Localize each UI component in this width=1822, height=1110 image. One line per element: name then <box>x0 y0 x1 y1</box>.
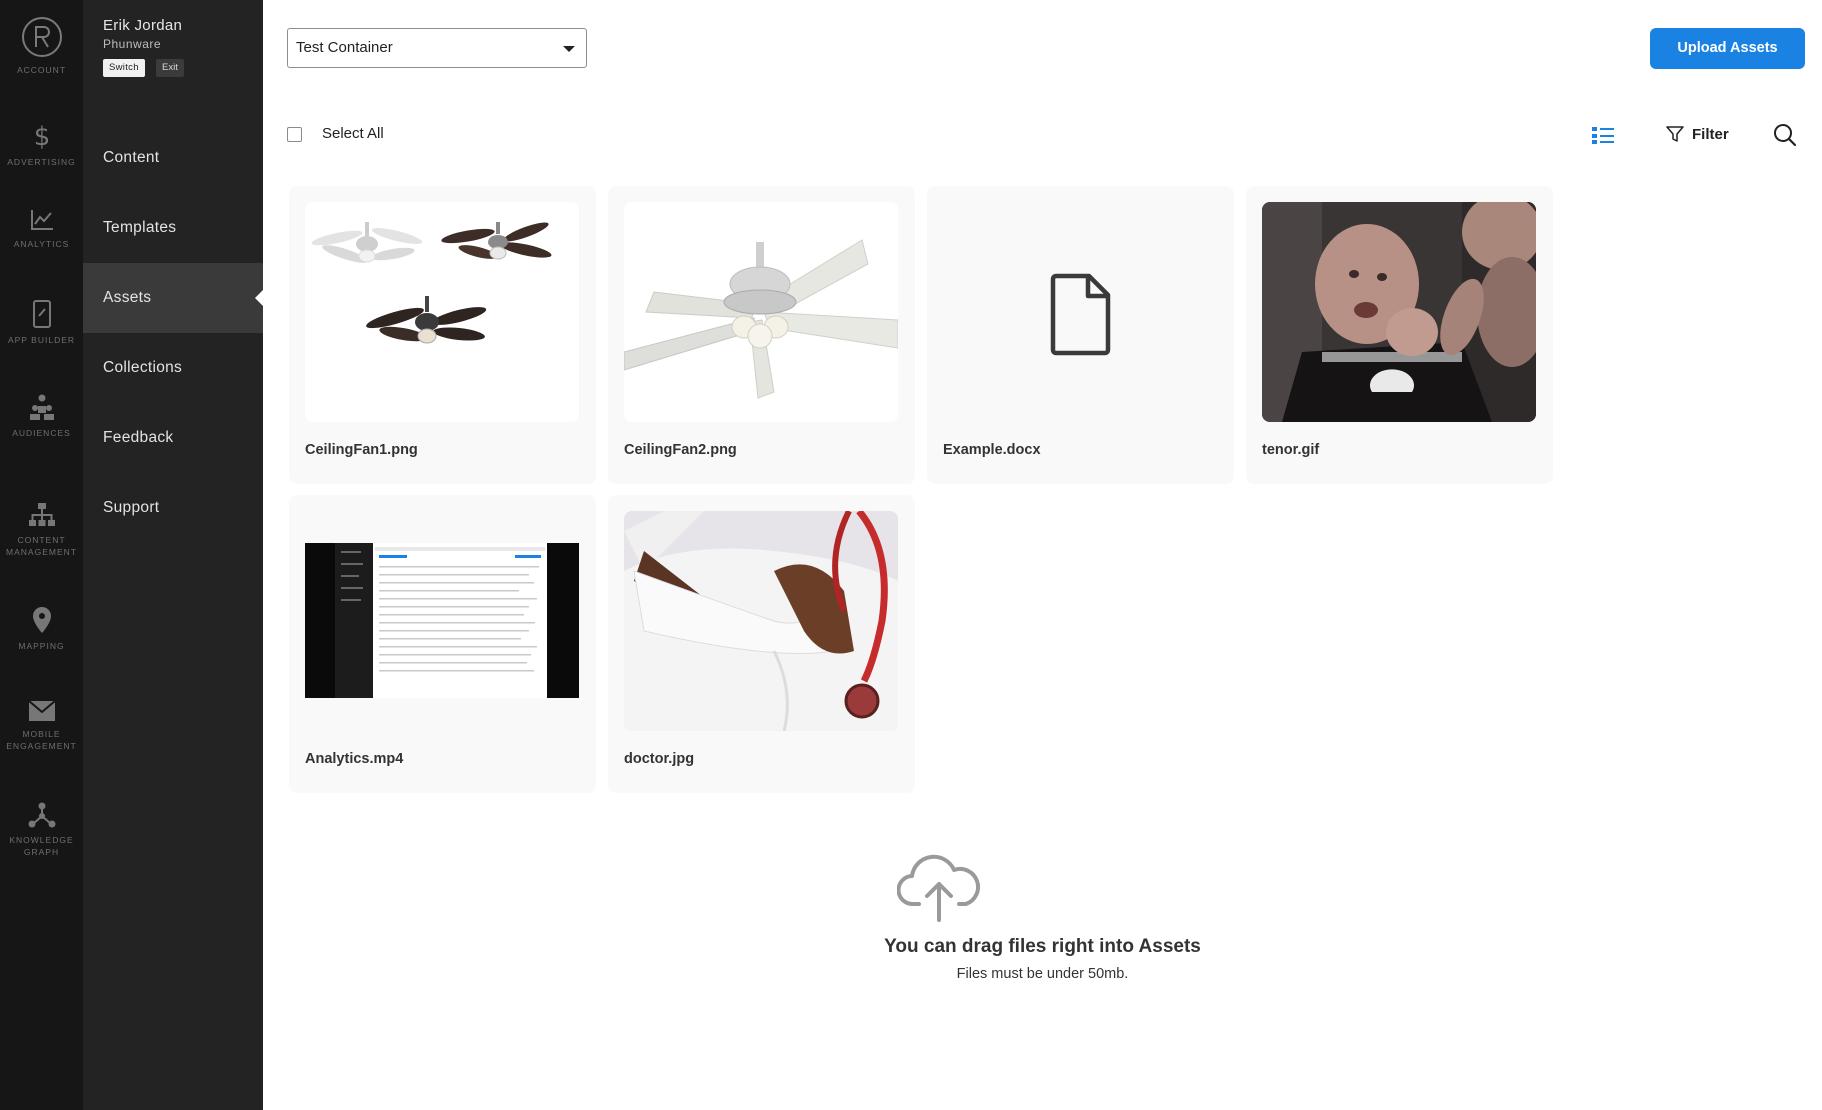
asset-thumbnail-three-fans <box>305 202 579 422</box>
people-icon <box>29 394 54 420</box>
rail-item-mobile-engagement[interactable]: MOBILE ENGAGEMENT <box>0 700 83 752</box>
rail-item-advertising[interactable]: $ ADVERTISING <box>0 120 83 168</box>
container-select[interactable]: Test Container <box>287 28 587 68</box>
asset-name: Example.docx <box>943 442 1041 458</box>
filter-icon <box>1666 126 1684 142</box>
dollar-icon: $ <box>33 122 50 150</box>
asset-name: CeilingFan1.png <box>305 442 418 458</box>
nav-item-content[interactable]: Content <box>83 123 263 193</box>
asset-name: CeilingFan2.png <box>624 442 737 458</box>
nav-item-assets[interactable]: Assets <box>83 263 263 333</box>
main-content: Test Container Upload Assets Select All … <box>263 0 1822 1110</box>
rail-label-audiences: AUDIENCES <box>12 428 71 438</box>
select-all-checkbox[interactable] <box>287 127 302 142</box>
rail-label-mapping: MAPPING <box>18 641 65 651</box>
asset-thumbnail-baby-photo <box>1262 202 1536 422</box>
asset-card[interactable]: Example.docx <box>927 186 1234 484</box>
list-view-icon[interactable] <box>1591 125 1615 150</box>
asset-name: doctor.jpg <box>624 751 695 767</box>
container-select-value: Test Container <box>296 39 393 56</box>
rail-item-knowledge-graph[interactable]: KNOWLEDGE GRAPH <box>0 802 83 858</box>
switch-button[interactable]: Switch <box>103 59 145 77</box>
rail-label-analytics: ANALYTICS <box>13 239 70 249</box>
rail-label-account: ACCOUNT <box>16 65 67 75</box>
asset-card[interactable]: doctor.jpg <box>608 495 915 793</box>
icon-rail: ACCOUNT $ ADVERTISING ANALYTICS APP BUIL… <box>0 0 83 1110</box>
asset-card[interactable]: CeilingFan1.png <box>289 186 596 484</box>
filter-label: Filter <box>1692 125 1729 143</box>
rail-item-mapping[interactable]: MAPPING <box>0 606 83 652</box>
asset-thumbnail-white-fan <box>624 202 898 422</box>
asset-card[interactable]: Analytics.mp4 <box>289 495 596 793</box>
user-name: Erik Jordan <box>103 17 183 34</box>
nav-item-collections[interactable]: Collections <box>83 333 263 403</box>
rail-item-content-management[interactable]: CONTENT MANAGEMENT <box>0 502 83 558</box>
rail-item-app-builder[interactable]: APP BUILDER <box>0 300 83 346</box>
user-org: Phunware <box>103 37 162 51</box>
asset-thumbnail-video <box>305 511 579 731</box>
exit-button[interactable]: Exit <box>156 59 184 77</box>
graph-icon <box>28 802 55 828</box>
filter-button[interactable]: Filter <box>1666 123 1729 145</box>
nav-panel: Erik Jordan Phunware Switch Exit Content… <box>83 0 263 1110</box>
nav-item-support[interactable]: Support <box>83 473 263 543</box>
rail-item-analytics[interactable]: ANALYTICS <box>0 208 83 250</box>
drop-zone[interactable] <box>263 850 1822 922</box>
rail-label-content-management: CONTENT MANAGEMENT <box>6 535 77 557</box>
drop-zone-title: You can drag files right into Assets <box>884 936 1201 957</box>
asset-thumbnail-document <box>943 202 1217 422</box>
rail-label-mobile-engagement: MOBILE ENGAGEMENT <box>6 729 77 751</box>
asset-card[interactable]: CeilingFan2.png <box>608 186 915 484</box>
cloud-upload-icon <box>897 854 980 922</box>
rail-label-knowledge-graph: KNOWLEDGE GRAPH <box>9 835 74 857</box>
rail-label-advertising: ADVERTISING <box>7 157 76 167</box>
line-chart-icon <box>30 210 53 230</box>
select-all-label[interactable]: Select All <box>322 125 384 142</box>
nav-item-feedback[interactable]: Feedback <box>83 403 263 473</box>
drop-zone-subtitle: Files must be under 50mb. <box>956 966 1129 982</box>
rail-item-audiences[interactable]: AUDIENCES <box>0 393 83 439</box>
rail-item-account[interactable]: ACCOUNT <box>0 16 83 76</box>
asset-name: Analytics.mp4 <box>305 751 404 767</box>
hierarchy-icon <box>28 503 55 526</box>
envelope-icon <box>27 700 56 721</box>
asset-card[interactable]: tenor.gif <box>1246 186 1553 484</box>
search-icon[interactable] <box>1773 123 1797 152</box>
asset-name: tenor.gif <box>1262 442 1320 458</box>
upload-assets-button[interactable]: Upload Assets <box>1650 28 1805 69</box>
chevron-down-icon <box>563 46 575 52</box>
nav-item-templates[interactable]: Templates <box>83 193 263 263</box>
account-logo-icon <box>21 17 62 57</box>
rail-label-app-builder: APP BUILDER <box>7 335 76 345</box>
phone-icon <box>32 300 51 328</box>
map-pin-icon <box>32 607 51 633</box>
asset-thumbnail-doctor-photo <box>624 511 898 731</box>
svg-text:$: $ <box>33 122 50 150</box>
document-icon <box>1050 273 1111 356</box>
